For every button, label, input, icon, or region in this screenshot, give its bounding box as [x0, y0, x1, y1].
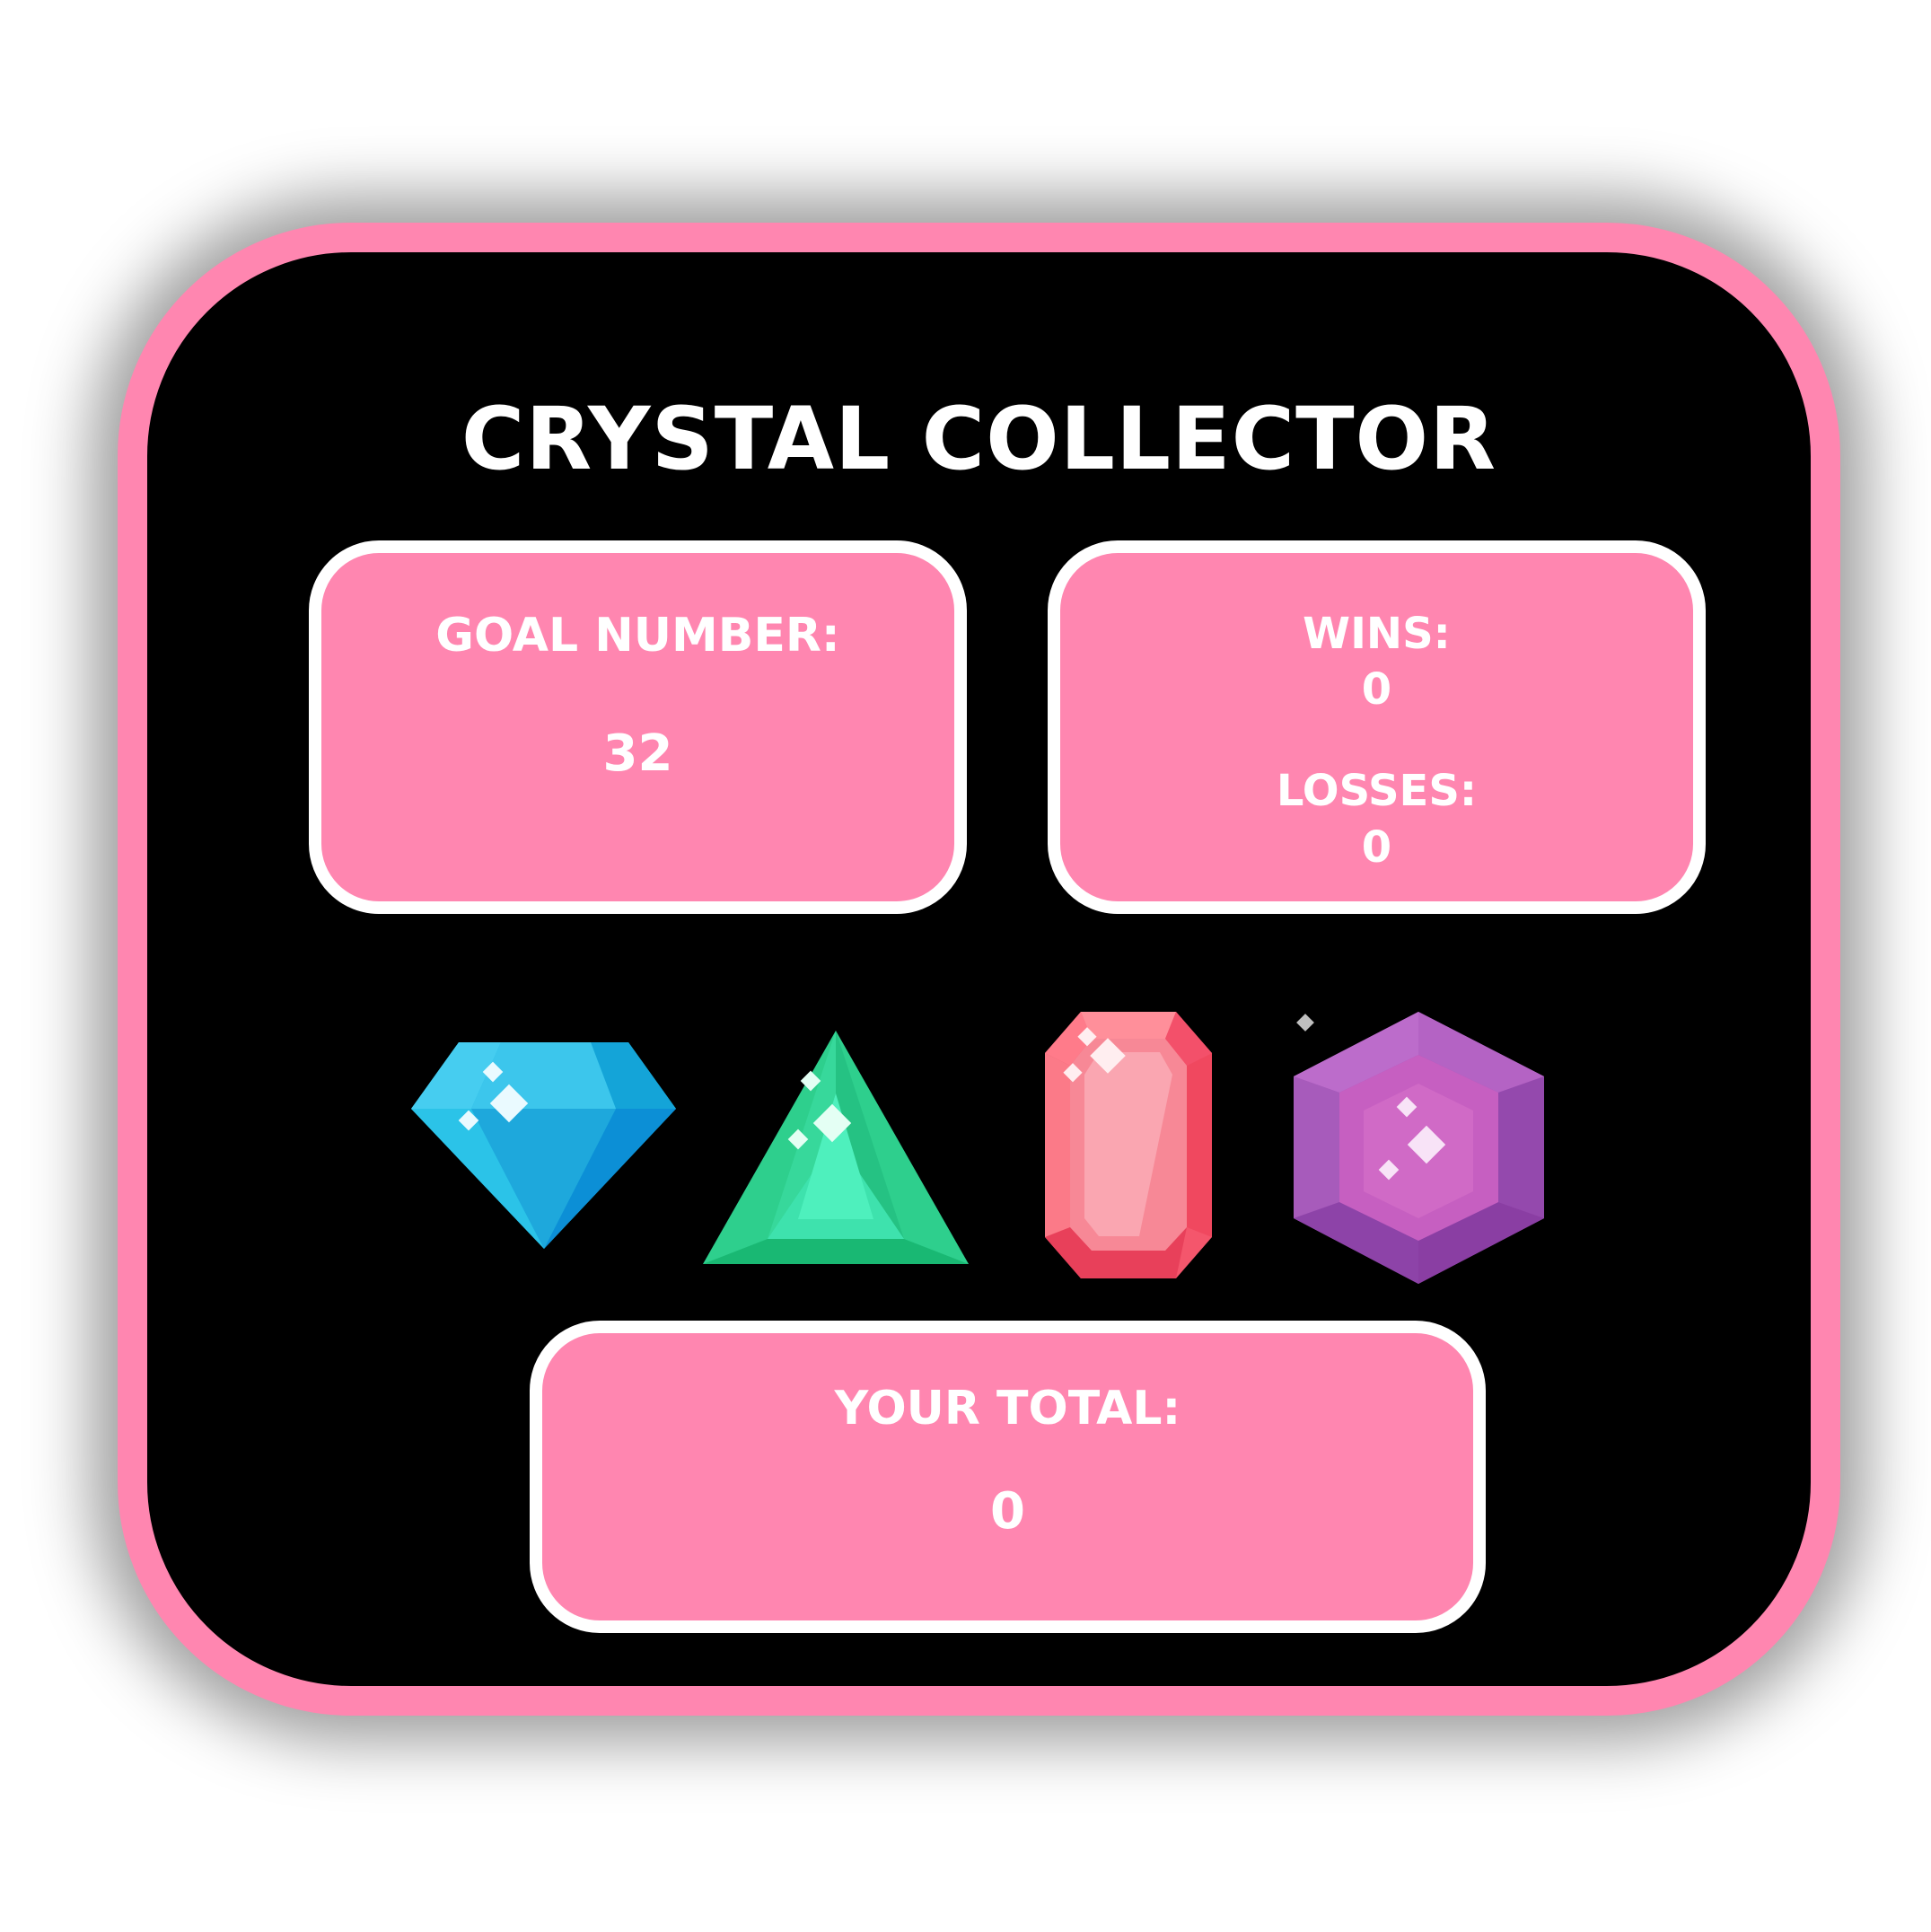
- game-title: CRYSTAL COLLECTOR: [461, 389, 1497, 489]
- purple-hexagon-crystal[interactable]: [1294, 1012, 1544, 1284]
- game-frame: CRYSTAL COLLECTOR GOAL NUMBER: 32 WINS: …: [118, 223, 1840, 1716]
- purple-hexagon-icon: [1294, 1012, 1544, 1284]
- wins-value: 0: [1361, 664, 1392, 715]
- goal-number-label: GOAL NUMBER:: [435, 609, 840, 663]
- win-loss-panel: WINS: 0 LOSSES: 0: [1048, 540, 1706, 914]
- your-total-label: YOUR TOTAL:: [834, 1382, 1181, 1436]
- goal-number-value: 32: [602, 724, 673, 783]
- red-octagon-icon: [1045, 1012, 1212, 1278]
- red-octagon-crystal[interactable]: [1045, 1012, 1212, 1278]
- your-total-value: 0: [990, 1482, 1025, 1541]
- green-triangle-crystal[interactable]: [703, 1031, 969, 1264]
- wins-label: WINS:: [1303, 609, 1451, 659]
- blue-diamond-icon: [411, 1042, 676, 1249]
- your-total-panel: YOUR TOTAL: 0: [530, 1321, 1486, 1633]
- green-triangle-icon: [703, 1031, 969, 1264]
- losses-label: LOSSES:: [1276, 766, 1478, 816]
- goal-number-panel: GOAL NUMBER: 32: [309, 540, 967, 914]
- losses-value: 0: [1361, 822, 1392, 873]
- blue-diamond-crystal[interactable]: [411, 1042, 676, 1249]
